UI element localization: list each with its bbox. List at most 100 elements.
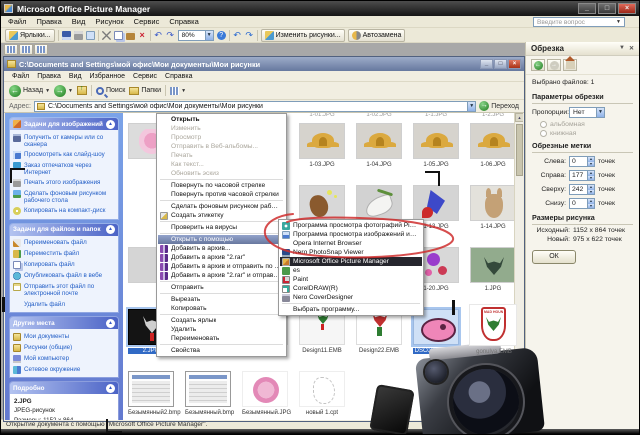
sidebar-place-link[interactable]: Сетевое окружение [13,364,115,375]
scrollbar-thumb[interactable] [516,124,523,176]
sidebar-task-link[interactable]: Копировать на компакт-диск [13,206,115,217]
menu-item-rotate-ccw[interactable]: Повернуть против часовой стрелки [158,190,285,199]
sidebar-task-link[interactable]: Просмотреть как слайд-шоу [13,149,115,160]
explorer-menu-item[interactable]: Файл [8,73,33,80]
menu-item-as-text[interactable]: Как текст... [158,160,285,169]
menu-item-set-wallpaper[interactable]: Сделать фоновым рисунком рабочего стола [158,202,285,211]
thumbnail-1-14.JPG[interactable]: 1-14.JPG [470,185,514,230]
delete-icon[interactable]: × [138,31,147,40]
menu-item-open[interactable]: Открыть [158,115,285,124]
explorer-titlebar[interactable]: C:\Documents and Settings\мой офис\Мои д… [4,57,524,71]
sidebar-task-link[interactable]: Переименовать файл [13,238,115,249]
app-menu-item[interactable]: Рисунок [90,17,128,26]
submenu-item-coreldraw[interactable]: CorelDRAW(R) [280,284,422,293]
ask-question-box[interactable]: Введите вопрос ▼ [533,17,625,27]
menu-item-archive-email[interactable]: Добавить в архив и отправить по e-mail..… [158,262,285,271]
maximize-button[interactable]: □ [598,3,616,14]
shortcuts-button[interactable]: Ярлыки... [5,29,55,42]
submenu-item-es[interactable]: es [280,266,422,275]
menu-item-create-shortcut[interactable]: Создать ярлык [158,316,285,325]
proportions-select[interactable]: Нет ▼ [569,107,605,118]
file-tasks-header[interactable]: Задачи для файлов и папок ▲ [10,224,118,236]
redo-icon[interactable]: ↷ [166,31,175,40]
minimize-button[interactable]: _ [578,3,596,14]
chevron-up-icon[interactable]: ▲ [106,225,115,234]
submenu-item-choose-program[interactable]: Выбрать программу... [280,305,422,314]
menu-item-add-to-archive-named[interactable]: Добавить в архив "2.rar" [158,253,285,262]
menu-item-properties[interactable]: Свойства [158,346,285,355]
sidebar-task-link[interactable]: Сделать фоновым рисунком рабочего стола [13,189,115,206]
task-pane-home-button[interactable] [563,59,577,71]
sidebar-place-link[interactable]: Мои документы [13,331,115,342]
explorer-close-button[interactable]: × [508,59,521,69]
up-one-level-icon[interactable] [77,86,87,95]
explorer-menu-item[interactable]: Избранное [86,73,129,80]
chevron-up-icon[interactable]: ▲ [106,319,115,328]
app-menu-item[interactable]: Сервис [129,17,165,26]
menu-item-copy[interactable]: Копировать [158,304,285,313]
task-pane-forward-button[interactable]: → [547,59,561,71]
menu-item-rotate-cw[interactable]: Повернуть по часовой стрелке [158,181,285,190]
app-menu-item[interactable]: Правка [31,17,66,26]
help-icon[interactable]: ? [217,31,226,40]
menu-item-delete[interactable]: Удалить [158,325,285,334]
app-menu-item[interactable]: Файл [3,17,31,26]
go-button[interactable]: → Переход [479,101,519,111]
other-places-header[interactable]: Другие места ▲ [10,317,118,329]
single-view-button[interactable] [34,44,48,55]
undo-icon[interactable]: ↶ [154,31,163,40]
app-menu-item[interactable]: Вид [67,17,91,26]
sidebar-task-link[interactable]: Заказ отпечатков через Интернет [13,160,115,177]
sidebar-place-link[interactable]: Рисунки (общие) [13,342,115,353]
thumbnail-1.JPG[interactable]: 1.JPG [470,247,514,292]
thumbnail-1-06.JPG[interactable]: 1-06.JPG [470,123,514,168]
back-button[interactable]: ← Назад ▼ [9,85,50,97]
print-icon[interactable] [74,31,83,40]
thumbnail-1-03.JPG[interactable]: 1-03.JPG [299,123,345,168]
scroll-up-icon[interactable]: ▲ [515,113,523,122]
explorer-menu-item[interactable]: Вид [65,73,86,80]
thumbnail-Безымянный2.bmp[interactable]: Безымянный2.bmp [128,371,174,416]
sidebar-task-link[interactable]: Печать этого изображения [13,178,115,189]
thumbnail-Безымянный.JPG[interactable]: Безымянный.JPG [242,371,288,416]
app-menu-item[interactable]: Справка [164,17,203,26]
submenu-item-opera[interactable]: Opera Internet Browser [280,239,422,248]
rotate-right-icon[interactable]: ↷ [245,31,254,40]
menu-item-rename[interactable]: Переименовать [158,334,285,343]
submenu-item-cover-designer[interactable]: Nero CoverDesigner [280,293,422,302]
spinner-arrows-icon[interactable]: ▲▼ [587,171,594,180]
sidebar-task-link[interactable]: Переместить файл [13,249,115,260]
menu-item-print[interactable]: Печать [158,151,285,160]
ok-button[interactable]: ОК [532,250,576,264]
thumbnail-gonulya[interactable]: MAD HOUNDS gonulya.EMB [469,304,517,346]
details-header[interactable]: Подробно ▲ [10,382,118,394]
submenu-item-picasa[interactable]: Программа просмотра фотографий Picasa Ph… [280,221,422,230]
paste-icon[interactable] [126,31,135,40]
sidebar-place-link[interactable]: Мой компьютер [13,353,115,364]
thumbnail-Безымянный.bmp[interactable]: Безымянный.bmp [185,371,231,416]
menu-item-refresh-thumbnail[interactable]: Обновить эскиз [158,169,285,178]
thumbnail-1-04.JPG[interactable]: 1-04.JPG [356,123,402,168]
menu-item-preview[interactable]: Просмотр [158,133,285,142]
portrait-radio[interactable]: книжная [540,130,633,137]
picture-tasks-header[interactable]: Задачи для изображений ▲ [10,118,118,130]
menu-item-create-label[interactable]: Создать этикетку [158,211,285,220]
chevron-up-icon[interactable]: ▲ [106,384,115,393]
sidebar-task-link[interactable]: Получить от камеры или со сканера [13,132,115,149]
sidebar-task-link[interactable]: Опубликовать файл в вебе [13,271,115,282]
crop-field-spinner[interactable]: 242 ▲▼ [569,184,595,195]
thumbnail-1-05.JPG[interactable]: 1-05.JPG [413,123,459,168]
task-pane-back-button[interactable]: ← [531,59,545,71]
menu-item-web-albums[interactable]: Отправить в Веб-альбомы... [158,142,285,151]
menu-item-send-to[interactable]: Отправить [158,283,285,292]
rotate-left-icon[interactable]: ↶ [233,31,242,40]
zoom-select[interactable]: 80% ▼ [178,30,214,41]
save-icon[interactable] [62,31,71,40]
explorer-menu-item[interactable]: Справка [161,73,196,80]
cut-icon[interactable] [102,31,111,40]
menu-item-open-with[interactable]: Открыть с помощью [158,235,285,244]
thumbnail-view-button[interactable] [4,44,18,55]
menu-item-edit[interactable]: Изменить [158,124,285,133]
print-preview-icon[interactable] [86,31,95,40]
explorer-menu-item[interactable]: Сервис [129,73,161,80]
